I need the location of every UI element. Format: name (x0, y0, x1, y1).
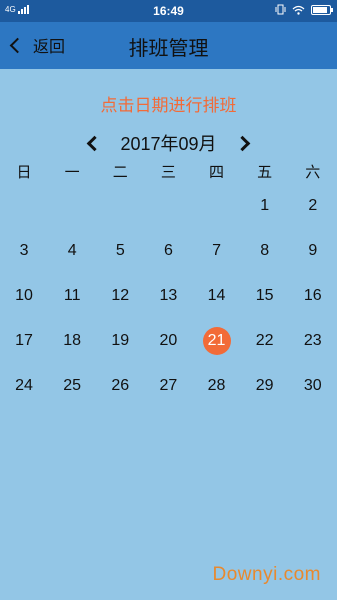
day-cell[interactable]: 24 (0, 363, 48, 408)
status-bar: 4G 16:49 (0, 0, 337, 22)
day-cell[interactable]: 14 (193, 273, 241, 318)
day-cell[interactable]: 27 (144, 363, 192, 408)
instruction-text: 点击日期进行排班 (100, 96, 237, 116)
day-cell[interactable]: 29 (241, 363, 289, 408)
day-number: 12 (111, 286, 130, 304)
day-number: 24 (15, 376, 33, 394)
wifi-icon (292, 5, 305, 15)
day-cell[interactable]: 9 (289, 228, 337, 273)
day-cell[interactable]: 1 (241, 183, 289, 228)
watermark: Downyi.com (212, 564, 321, 585)
day-cell-selected[interactable]: 21 (193, 318, 241, 363)
day-number: 21 (202, 326, 231, 355)
day-number: 3 (19, 241, 29, 259)
nav-bar: 返回 排班管理 (0, 22, 337, 69)
next-month-icon[interactable] (234, 135, 250, 151)
vibrate-icon (275, 4, 286, 15)
day-cell[interactable]: 22 (241, 318, 289, 363)
day-cell[interactable]: 7 (193, 228, 241, 273)
day-cell[interactable]: 30 (289, 363, 337, 408)
battery-icon (311, 4, 333, 15)
day-cell[interactable]: 3 (0, 228, 48, 273)
day-cell[interactable]: 18 (48, 318, 96, 363)
day-number: 8 (260, 241, 270, 259)
day-number: 14 (207, 286, 226, 304)
day-cell[interactable]: 13 (144, 273, 192, 318)
day-cell[interactable]: 16 (289, 273, 337, 318)
day-number: 13 (159, 286, 178, 304)
day-cell[interactable]: 2 (289, 183, 337, 228)
day-cell[interactable]: 4 (48, 228, 96, 273)
weekday-label: 一 (64, 163, 80, 181)
status-right (275, 4, 333, 15)
weekday-label: 五 (257, 163, 273, 181)
day-cell[interactable]: 8 (241, 228, 289, 273)
weekday-header: 日一二三四五六 (0, 161, 337, 183)
day-number: 15 (255, 286, 274, 304)
empty-day-cell (48, 183, 96, 228)
day-number: 26 (111, 376, 130, 394)
day-cell[interactable]: 10 (0, 273, 48, 318)
day-cell[interactable]: 26 (96, 363, 144, 408)
weekday-label: 二 (112, 163, 128, 181)
day-number: 27 (159, 376, 178, 394)
previous-month-icon[interactable] (87, 135, 103, 151)
day-number: 30 (303, 376, 322, 394)
day-cell[interactable]: 5 (96, 228, 144, 273)
empty-day-cell (0, 183, 48, 228)
day-number: 23 (303, 331, 322, 349)
day-cell[interactable]: 6 (144, 228, 192, 273)
day-number: 28 (207, 376, 226, 394)
day-cell[interactable]: 25 (48, 363, 96, 408)
day-number: 25 (63, 376, 82, 394)
day-number: 10 (15, 286, 33, 304)
day-number: 6 (163, 241, 173, 259)
empty-day-cell (144, 183, 192, 228)
weekday-label: 日 (16, 163, 32, 181)
empty-day-cell (96, 183, 144, 228)
day-cell[interactable]: 17 (0, 318, 48, 363)
day-number: 4 (67, 241, 77, 259)
day-number: 16 (303, 286, 322, 304)
day-number: 11 (63, 286, 81, 304)
battery-fill (313, 6, 328, 13)
month-label: 2017年09月 (120, 134, 217, 154)
day-cell[interactable]: 19 (96, 318, 144, 363)
weekday-label: 三 (160, 163, 176, 181)
weekday-label: 四 (209, 163, 225, 181)
day-number: 18 (63, 331, 82, 349)
day-cell[interactable]: 23 (289, 318, 337, 363)
calendar-grid: 1 2 3 4 5 6 7 8 9 10 11 12 13 14 15 16 17 18 19 20 21 22 23 24 2… (0, 183, 337, 408)
day-number: 7 (212, 241, 222, 259)
empty-day-cell (193, 183, 241, 228)
day-number: 19 (111, 331, 130, 349)
day-number: 17 (15, 331, 33, 349)
day-number: 29 (255, 376, 274, 394)
day-cell[interactable]: 28 (193, 363, 241, 408)
day-cell[interactable]: 15 (241, 273, 289, 318)
day-cell[interactable]: 11 (48, 273, 96, 318)
day-number: 20 (159, 331, 178, 349)
day-number: 9 (308, 241, 318, 259)
day-number: 2 (308, 196, 318, 214)
weekday-label: 六 (305, 163, 321, 181)
month-navigator: 2017年09月 (0, 128, 337, 158)
day-cell[interactable]: 12 (96, 273, 144, 318)
page-title: 排班管理 (128, 36, 209, 60)
day-cell[interactable]: 20 (144, 318, 192, 363)
day-number: 22 (255, 331, 274, 349)
day-number: 1 (260, 196, 270, 214)
day-number: 5 (115, 241, 125, 259)
